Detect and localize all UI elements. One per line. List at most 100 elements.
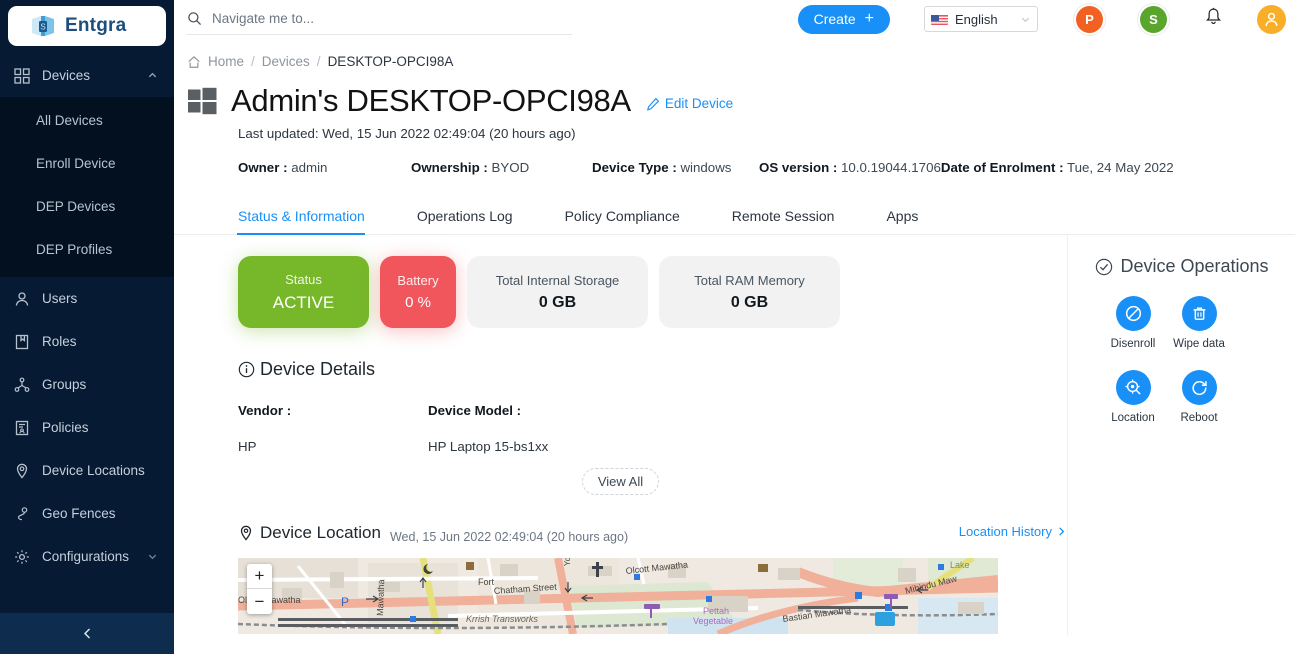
sidebar-item-label: Users bbox=[42, 291, 78, 306]
breadcrumb-separator: / bbox=[251, 54, 255, 69]
badge-s-letter: S bbox=[1149, 11, 1158, 27]
operation-location[interactable]: Location bbox=[1100, 370, 1166, 424]
svg-text:Fort: Fort bbox=[478, 577, 495, 587]
detail-vendor-key: Vendor : bbox=[238, 403, 292, 418]
sidebar-item-label: Configurations bbox=[42, 549, 130, 564]
svg-text:Pettah: Pettah bbox=[703, 606, 729, 616]
meta-os-version: OS version : 10.0.19044.1706 bbox=[759, 160, 941, 175]
device-details-heading: Device Details bbox=[174, 359, 1067, 380]
operation-disenroll-label: Disenroll bbox=[1110, 338, 1156, 350]
operation-wipe-data[interactable]: Wipe data bbox=[1166, 296, 1232, 350]
language-selector[interactable]: English bbox=[924, 6, 1038, 32]
device-details-grid: Vendor : HP Device Model : HP Laptop 15-… bbox=[174, 403, 1067, 454]
location-history-link[interactable]: Location History bbox=[959, 524, 1067, 539]
sidebar-item-configurations[interactable]: Configurations bbox=[0, 535, 174, 578]
sidebar-item-label: Groups bbox=[42, 377, 87, 392]
breadcrumb-devices[interactable]: Devices bbox=[262, 54, 310, 69]
breadcrumb-current: DESKTOP-OPCI98A bbox=[327, 54, 454, 69]
sidebar-item-label: Geo Fences bbox=[42, 506, 116, 521]
sidebar-subitem-label: DEP Profiles bbox=[36, 242, 113, 257]
breadcrumb-home[interactable]: Home bbox=[208, 54, 244, 69]
sidebar-item-label: Devices bbox=[42, 68, 91, 83]
operation-reboot[interactable]: Reboot bbox=[1166, 370, 1232, 424]
edit-device-button[interactable]: Edit Device bbox=[646, 96, 733, 111]
sidebar-item-users[interactable]: Users bbox=[0, 277, 174, 320]
storage-card-label: Total Internal Storage bbox=[495, 272, 620, 288]
device-operations-title: Device Operations bbox=[1120, 256, 1269, 276]
status-card: Status ACTIVE bbox=[238, 256, 369, 328]
map-zoom-out-button[interactable]: − bbox=[247, 589, 272, 614]
badge-s[interactable]: S bbox=[1140, 5, 1167, 33]
ram-card-label: Total RAM Memory bbox=[694, 272, 805, 288]
tab-label: Apps bbox=[886, 208, 919, 224]
tab-remote-session[interactable]: Remote Session bbox=[732, 208, 835, 234]
sidebar-item-device-locations[interactable]: Device Locations bbox=[0, 449, 174, 492]
view-all-button[interactable]: View All bbox=[581, 468, 660, 495]
map-zoom-in-button[interactable]: + bbox=[247, 564, 272, 589]
trash-icon bbox=[1181, 296, 1217, 331]
avatar[interactable] bbox=[1257, 4, 1286, 34]
operation-disenroll[interactable]: Disenroll bbox=[1100, 296, 1166, 350]
sidebar-item-all-devices[interactable]: All Devices bbox=[0, 99, 174, 142]
tab-status-information[interactable]: Status & Information bbox=[237, 208, 365, 235]
check-circle-icon bbox=[1096, 258, 1113, 275]
tab-operations-log[interactable]: Operations Log bbox=[417, 208, 513, 234]
tab-policy-compliance[interactable]: Policy Compliance bbox=[565, 208, 680, 234]
bell-icon[interactable] bbox=[1204, 7, 1223, 32]
detail-vendor-value: HP bbox=[238, 439, 257, 454]
detail-model-value: HP Laptop 15-bs1xx bbox=[428, 439, 549, 454]
meta-ownership-key: Ownership : bbox=[411, 160, 488, 175]
map-pin-icon bbox=[16, 463, 28, 479]
ram-card: Total RAM Memory 0 GB bbox=[659, 256, 840, 328]
meta-os-version-key: OS version : bbox=[759, 160, 838, 175]
breadcrumb: Home / Devices / DESKTOP-OPCI98A bbox=[174, 38, 1295, 69]
detail-device-model: Device Model : HP Laptop 15-bs1xx bbox=[428, 403, 618, 454]
device-title-row: Admin's DESKTOP-OPCI98A Edit Device bbox=[174, 69, 1295, 119]
badge-p[interactable]: P bbox=[1076, 5, 1103, 33]
sidebar-item-enroll-device[interactable]: Enroll Device bbox=[0, 142, 174, 185]
brand-logo[interactable]: S Entgra bbox=[8, 6, 166, 46]
battery-card: Battery 0 % bbox=[380, 256, 456, 328]
view-all-container: View All bbox=[174, 468, 1067, 495]
header-actions: Create + English P S bbox=[797, 0, 1286, 38]
search-input[interactable] bbox=[212, 11, 532, 26]
sidebar-item-geo-fences[interactable]: Geo Fences bbox=[0, 492, 174, 535]
device-location-map[interactable]: Fort Chatham Street Krrish Transworks Ma… bbox=[238, 558, 998, 634]
group-icon bbox=[14, 377, 30, 392]
chevron-left-icon bbox=[83, 628, 90, 639]
reboot-icon bbox=[1181, 370, 1217, 405]
device-details-title: Device Details bbox=[260, 359, 376, 379]
sidebar-item-groups[interactable]: Groups bbox=[0, 363, 174, 406]
device-location-timestamp: Wed, 15 Jun 2022 02:49:04 (20 hours ago) bbox=[389, 530, 629, 544]
meta-owner-key: Owner : bbox=[238, 160, 288, 175]
create-button-label: Create bbox=[813, 11, 856, 27]
svg-text:Krrish Transworks: Krrish Transworks bbox=[466, 614, 538, 624]
chevron-down-icon bbox=[148, 554, 157, 560]
detail-vendor: Vendor : HP bbox=[238, 403, 428, 454]
sidebar-item-devices[interactable]: Devices bbox=[0, 54, 174, 97]
sidebar-collapse-button[interactable] bbox=[0, 613, 174, 654]
sidebar-item-label: Roles bbox=[42, 334, 77, 349]
sidebar-submenu-devices: All Devices Enroll Device DEP Devices DE… bbox=[0, 97, 174, 277]
meta-owner: Owner : admin bbox=[238, 160, 411, 175]
device-location-header: Device Location Wed, 15 Jun 2022 02:49:0… bbox=[174, 523, 1067, 544]
windows-icon bbox=[187, 86, 218, 117]
sidebar-item-dep-devices[interactable]: DEP Devices bbox=[0, 185, 174, 228]
info-icon bbox=[238, 361, 255, 378]
sidebar-item-policies[interactable]: Policies bbox=[0, 406, 174, 449]
status-column: Status ACTIVE Battery 0 % Total Internal… bbox=[174, 235, 1067, 635]
device-location-title: Device Location bbox=[260, 523, 381, 542]
tab-label: Status & Information bbox=[238, 208, 365, 224]
map-pin-icon bbox=[240, 525, 252, 541]
location-scan-icon bbox=[1115, 370, 1151, 405]
sidebar-item-roles[interactable]: Roles bbox=[0, 320, 174, 363]
search-box[interactable] bbox=[187, 3, 572, 35]
chevron-down-icon bbox=[1021, 17, 1030, 22]
device-operations-panel: Device Operations Disenroll Wipe data Lo… bbox=[1067, 235, 1295, 635]
sidebar-item-dep-profiles[interactable]: DEP Profiles bbox=[0, 228, 174, 271]
create-button[interactable]: Create + bbox=[797, 4, 890, 34]
tab-apps[interactable]: Apps bbox=[886, 208, 918, 234]
sidebar-subitem-label: DEP Devices bbox=[36, 199, 116, 214]
geofence-icon bbox=[17, 506, 28, 520]
map-zoom-controls: + − bbox=[247, 564, 272, 614]
